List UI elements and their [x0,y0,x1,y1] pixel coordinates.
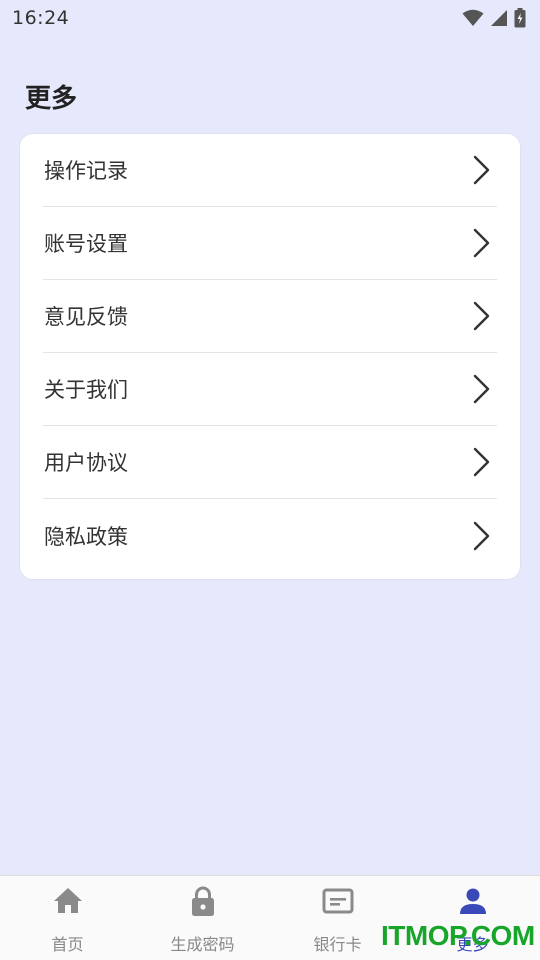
card-icon [322,888,353,914]
status-time: 16:24 [12,7,70,29]
menu-item-about-us[interactable]: 关于我们 [43,353,497,426]
lock-icon [191,886,214,916]
menu-item-label: 用户协议 [44,451,128,475]
page-title: 更多 [25,84,78,114]
menu-item-label: 关于我们 [44,378,128,402]
menu-item-label: 意见反馈 [44,305,128,329]
tab-label: 生成密码 [170,935,235,954]
tab-label: 银行卡 [313,935,362,954]
menu-item-user-agreement[interactable]: 用户协议 [43,426,497,499]
menu-item-feedback[interactable]: 意见反馈 [43,280,497,353]
home-icon [53,888,82,913]
person-icon [459,888,486,914]
menu-card: 操作记录 账号设置 意见反馈 关于我们 用户协议 隐私政策 [19,133,521,580]
menu-item-label: 隐私政策 [44,524,128,549]
cell-signal-icon [491,10,507,26]
chevron-right-icon [473,228,490,258]
status-bar: 16:24 [0,0,540,36]
status-icons [462,8,526,28]
menu-item-label: 账号设置 [44,232,128,256]
wifi-icon [462,9,484,26]
chevron-right-icon [473,521,490,550]
watermark-logo: ITMOP.COM [381,920,535,951]
chevron-right-icon [473,155,490,185]
chevron-right-icon [473,374,490,404]
battery-icon [514,8,526,28]
chevron-right-icon [473,301,490,331]
tab-label: 首页 [51,935,84,954]
tab-generate-password[interactable]: 生成密码 [135,876,270,960]
tab-home[interactable]: 首页 [0,876,135,960]
menu-item-account-settings[interactable]: 账号设置 [43,207,497,280]
chevron-right-icon [473,447,490,477]
menu-item-label: 操作记录 [44,159,128,183]
menu-item-operation-log[interactable]: 操作记录 [43,134,497,207]
menu-item-privacy-policy[interactable]: 隐私政策 [43,499,497,572]
